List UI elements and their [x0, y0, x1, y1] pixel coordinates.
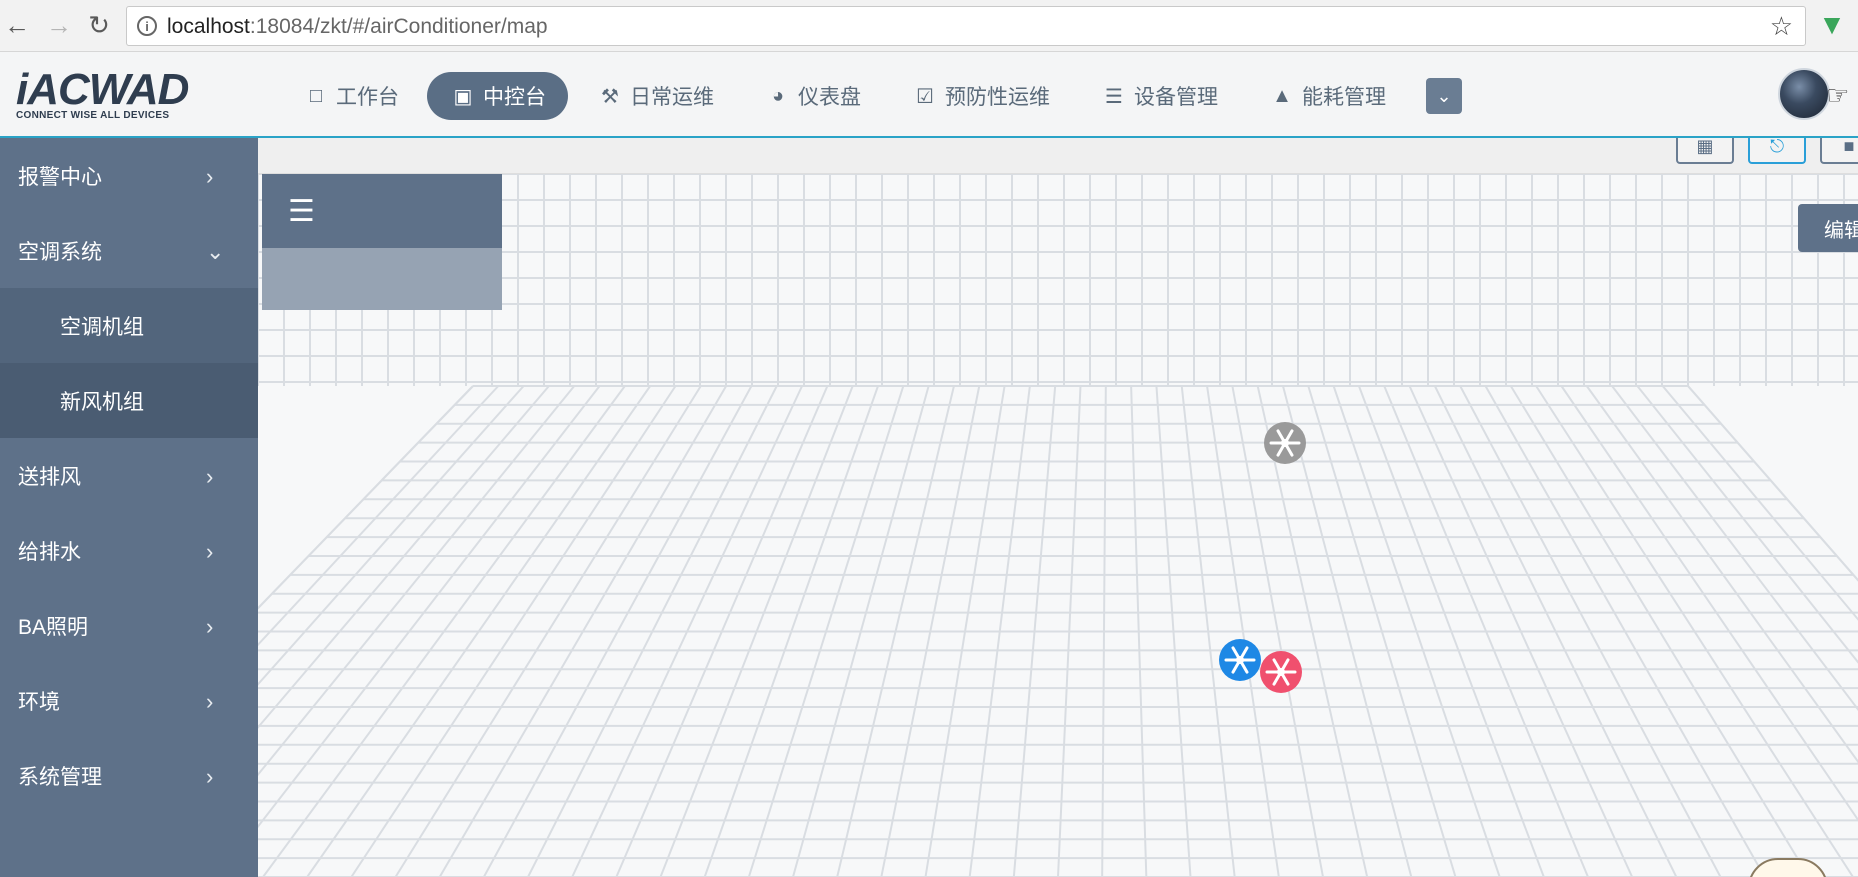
chevron-right-icon: › [206, 614, 214, 639]
building-icon: ▦ [1696, 138, 1714, 156]
logo-tagline: CONNECT WISE ALL DEVICES [16, 110, 170, 121]
chevron-right-icon: › [206, 464, 214, 489]
sidebar-item-fresh-air-unit[interactable]: 新风机组 [0, 363, 258, 438]
edit-button[interactable]: 编辑 [1798, 204, 1858, 252]
nav-preventive-ops[interactable]: ☑ 预防性运维 [889, 72, 1072, 120]
nav-workbench[interactable]: □ 工作台 [280, 72, 421, 120]
sidebar-item-label: 给排水 [18, 540, 81, 564]
sidebar-item-label: 环境 [18, 690, 60, 714]
floor-map-icon: ⎋ [1769, 138, 1785, 156]
chevron-down-icon: ⌄ [206, 239, 225, 264]
laptop-icon: □ [309, 84, 323, 107]
sidebar-item-ahu[interactable]: 空调机组 [0, 288, 258, 363]
sidebar-item-label: 系统管理 [18, 765, 102, 789]
address-bar[interactable]: i localhost:18084/zkt/#/airConditioner/m… [126, 6, 1806, 46]
nav-device-management[interactable]: ☰ 设备管理 [1078, 72, 1240, 120]
app-header: iACWAD CONNECT WISE ALL DEVICES □ 工作台 ▣ … [0, 52, 1858, 138]
chevron-right-icon: › [206, 539, 214, 564]
sidebar-item-water-supply[interactable]: 给排水 › [0, 513, 258, 588]
sidebar-item-label: 空调机组 [60, 315, 144, 339]
nav-daily-ops[interactable]: ⚒ 日常运维 [574, 72, 736, 120]
snowflake-marker-gray[interactable] [1264, 422, 1306, 464]
area-chart-icon: ▲ [1272, 84, 1292, 107]
nav-label: 日常运维 [630, 86, 714, 109]
sidebar-item-environment[interactable]: 环境 › [0, 663, 258, 738]
sidebar-item-label: 报警中心 [18, 165, 102, 189]
main-toolbar: ▦ ⎋ ■ [258, 138, 1858, 174]
layer-panel-header[interactable]: ☰ [262, 174, 502, 248]
sidebar-item-label: 空调系统 [18, 240, 102, 264]
list-view-button[interactable]: ■ [1820, 138, 1858, 164]
sidebar: 报警中心 › 空调系统 ⌄ 空调机组 新风机组 送排风 › 给排水 › BA照明… [0, 138, 258, 877]
nav-label: 设备管理 [1134, 86, 1218, 109]
nav-label: 预防性运维 [945, 86, 1050, 109]
vue-devtools-extension-icon[interactable]: ▼ [1815, 8, 1849, 42]
sidebar-item-system-management[interactable]: 系统管理 › [0, 738, 258, 813]
nav-label: 能耗管理 [1302, 86, 1386, 109]
layer-panel-body [262, 248, 502, 310]
building-view-button[interactable]: ▦ [1676, 138, 1734, 164]
nav-more-button[interactable]: ⌄ [1426, 78, 1462, 114]
sidebar-item-label: BA照明 [18, 615, 89, 639]
back-arrow-icon[interactable]: ← [2, 10, 32, 40]
floor-map-view-button[interactable]: ⎋ [1748, 138, 1806, 164]
wrench-icon: ⚒ [601, 85, 619, 108]
list-view-icon: ■ [1843, 138, 1855, 156]
hand-cursor-icon: ☞ [1826, 80, 1850, 110]
top-nav: □ 工作台 ▣ 中控台 ⚒ 日常运维 ◕ 仪表盘 ☑ 预防性运维 ☰ 设备管理 … [280, 72, 1462, 120]
nav-energy-management[interactable]: ▲ 能耗管理 [1246, 72, 1408, 120]
layer-panel: ☰ [262, 174, 502, 310]
snowflake-marker-blue[interactable] [1219, 639, 1261, 681]
dashboard-icon: ◕ [771, 84, 785, 107]
chevron-right-icon: › [206, 689, 214, 714]
chevron-right-icon: › [206, 164, 214, 189]
calendar-check-icon: ☑ [916, 85, 934, 108]
url-text[interactable]: localhost:18084/zkt/#/airConditioner/map [167, 15, 548, 39]
sidebar-item-ventilation[interactable]: 送排风 › [0, 438, 258, 513]
server-icon: ☰ [1105, 85, 1123, 108]
sidebar-item-label: 送排风 [18, 465, 81, 489]
info-icon[interactable]: i [137, 16, 157, 36]
reload-icon[interactable]: ↻ [84, 10, 114, 40]
sidebar-item-ba-lighting[interactable]: BA照明 › [0, 588, 258, 663]
edit-button-label: 编辑 [1824, 219, 1858, 242]
forward-arrow-icon[interactable]: → [44, 10, 74, 40]
sidebar-item-label: 新风机组 [60, 390, 144, 414]
avatar[interactable] [1778, 68, 1830, 120]
main-content: ▦ ⎋ ■ ☰ 编辑 [258, 138, 1858, 877]
nav-label: 工作台 [336, 86, 399, 109]
chevron-right-icon: › [206, 764, 214, 789]
browser-toolbar: ← → ↻ i localhost:18084/zkt/#/airConditi… [0, 0, 1858, 52]
logo-mark: iACWAD [16, 65, 189, 114]
nav-label: 仪表盘 [798, 86, 861, 109]
sidebar-item-hvac-system[interactable]: 空调系统 ⌄ [0, 213, 258, 288]
nav-label: 中控台 [483, 86, 546, 109]
nav-control-center[interactable]: ▣ 中控台 [427, 72, 568, 120]
url-path: :18084/zkt/#/airConditioner/map [249, 15, 548, 38]
nav-dashboard[interactable]: ◕ 仪表盘 [742, 72, 883, 120]
list-menu-icon[interactable]: ☰ [288, 194, 315, 229]
bookmark-star-icon[interactable]: ☆ [1770, 11, 1793, 42]
double-chevron-down-icon: ⌄ [1436, 85, 1452, 106]
url-host: localhost [167, 15, 250, 38]
logo[interactable]: iACWAD CONNECT WISE ALL DEVICES [16, 65, 189, 124]
monitor-icon: ▣ [453, 85, 473, 108]
sidebar-item-alarm-center[interactable]: 报警中心 › [0, 138, 258, 213]
snowflake-marker-red[interactable] [1260, 651, 1302, 693]
